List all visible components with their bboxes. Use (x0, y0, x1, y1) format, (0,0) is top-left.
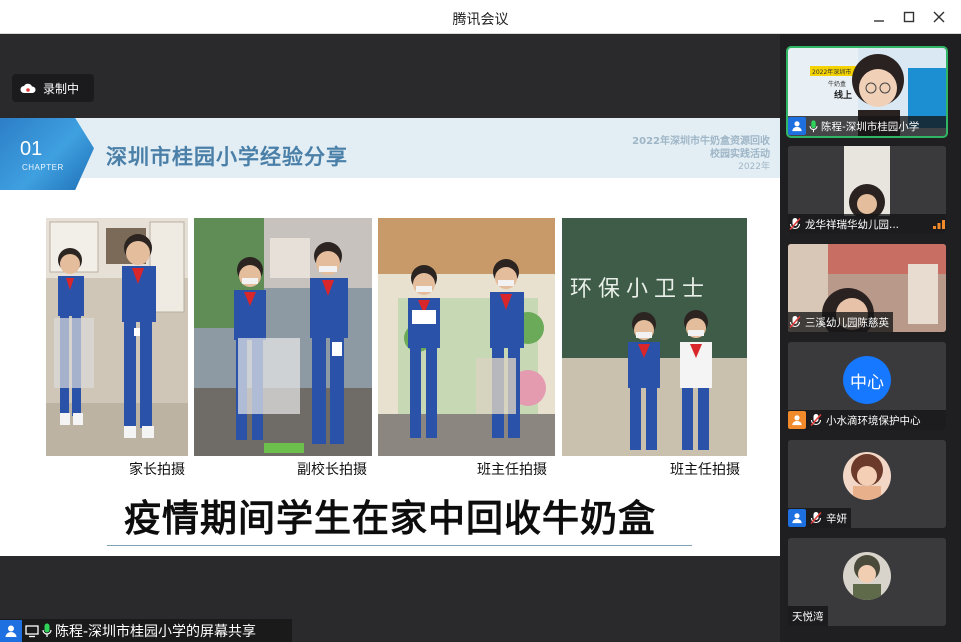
photo-parent (46, 218, 188, 456)
microphone-muted-icon (810, 413, 822, 427)
participant-name-bar-5: 辛妍 (788, 508, 851, 528)
cloud-record-icon (20, 83, 36, 93)
participant-tile-3[interactable]: 三溪幼儿园陈慈英 (788, 244, 946, 332)
minimize-icon (874, 20, 884, 22)
participant-list: 2022年深圳市 牛奶盒 线上 陈程-深圳市桂园小学 龙华祥瑞华幼儿园... 三… (780, 34, 961, 642)
participant-avatar (843, 452, 891, 500)
user-icon (788, 509, 806, 527)
user-icon (788, 117, 806, 135)
screen-share-label: 陈程-深圳市桂园小学的屏幕共享 (0, 619, 292, 642)
screen-share-icon (25, 624, 39, 637)
minimize-button[interactable] (868, 6, 890, 28)
host-user-icon (788, 411, 806, 429)
microphone-icon (42, 623, 52, 637)
participant-tile-2[interactable]: 龙华祥瑞华幼儿园... (788, 146, 946, 234)
participant-avatar: 中心 (843, 356, 891, 404)
photo-caption-4: 班主任拍摄 (670, 462, 740, 478)
participant-name-bar-3: 三溪幼儿园陈慈英 (788, 312, 893, 332)
recording-label: 录制中 (43, 81, 80, 96)
photo-teacher-1 (378, 218, 555, 456)
shared-screen-stage: 录制中 01 CHAPTER 深圳市桂园小学经验分享 2022年深圳市牛奶盒资源… (0, 34, 780, 642)
title-bar: 腾讯会议 (0, 0, 961, 34)
photo-students-mural (378, 218, 555, 456)
user-icon (0, 619, 22, 642)
window-title: 腾讯会议 (452, 12, 509, 28)
photo-vice-principal (194, 218, 372, 456)
participant-tile-5[interactable]: 辛妍 (788, 440, 946, 528)
chapter-number: 01 (20, 138, 43, 160)
photo-teacher-2: 环保小卫士 (562, 218, 747, 456)
photo-students-school-gate (194, 218, 372, 456)
participant-avatar (843, 552, 891, 600)
participant-name: 天悦湾 (792, 610, 824, 623)
microphone-muted-icon (789, 315, 801, 329)
participant-tile-4[interactable]: 中心 小水滴环境保护中心 (788, 342, 946, 430)
slide-headline: 疫情期间学生在家中回收牛奶盒 (124, 497, 656, 540)
photo-two-students-home (46, 218, 188, 456)
close-icon (933, 11, 945, 23)
microphone-icon (809, 119, 818, 132)
signal-strength-icon (933, 220, 945, 229)
photo-caption-1: 家长拍摄 (129, 462, 185, 478)
participant-name-bar-2: 龙华祥瑞华幼儿园... (788, 214, 946, 234)
recording-indicator[interactable]: 录制中 (12, 74, 94, 102)
microphone-muted-icon (789, 217, 801, 231)
participant-name: 小水滴环境保护中心 (826, 414, 921, 427)
close-button[interactable] (928, 6, 950, 28)
screen-share-text: 陈程-深圳市桂园小学的屏幕共享 (55, 623, 257, 640)
photo-caption-2: 副校长拍摄 (297, 462, 367, 478)
banner-line-3: 线上 (834, 89, 852, 101)
participant-tile-6[interactable]: 天悦湾 (788, 538, 946, 626)
chalkboard-text: 环保小卫士 (570, 277, 710, 302)
chapter-word: CHAPTER (22, 163, 64, 172)
photo-caption-3: 班主任拍摄 (477, 462, 547, 478)
participant-name: 龙华祥瑞华幼儿园... (805, 218, 900, 231)
maximize-button[interactable] (898, 6, 920, 28)
participant-name-bar-1: 陈程-深圳市桂园小学 (788, 116, 946, 136)
banner-line-2: 牛奶盒 (828, 80, 846, 88)
microphone-muted-icon (810, 511, 822, 525)
participant-name: 辛妍 (826, 512, 847, 525)
photo-students-chalkboard: 环保小卫士 (562, 218, 747, 456)
maximize-icon (903, 11, 915, 23)
event-title-line-2: 校园实践活动 (710, 149, 770, 160)
chapter-badge: 01 CHAPTER (0, 118, 94, 190)
banner-line-1: 2022年深圳市 (812, 68, 851, 76)
slide-title: 深圳市桂园小学经验分享 (106, 145, 348, 169)
participant-name: 陈程-深圳市桂园小学 (821, 120, 920, 133)
participant-tile-1[interactable]: 2022年深圳市 牛奶盒 线上 陈程-深圳市桂园小学 (786, 46, 948, 138)
participant-name-bar-6: 天悦湾 (788, 606, 828, 626)
event-title-line-1: 2022年深圳市牛奶盒资源回收 (632, 136, 770, 147)
event-year: 2022年 (738, 162, 770, 172)
participant-name-bar-4: 小水滴环境保护中心 (788, 410, 946, 430)
headline-underline (107, 545, 692, 546)
event-title: 2022年深圳市牛奶盒资源回收 校园实践活动 2022年 (570, 135, 770, 174)
presentation-slide: 01 CHAPTER 深圳市桂园小学经验分享 2022年深圳市牛奶盒资源回收 校… (0, 118, 780, 556)
participant-name: 三溪幼儿园陈慈英 (805, 316, 889, 329)
